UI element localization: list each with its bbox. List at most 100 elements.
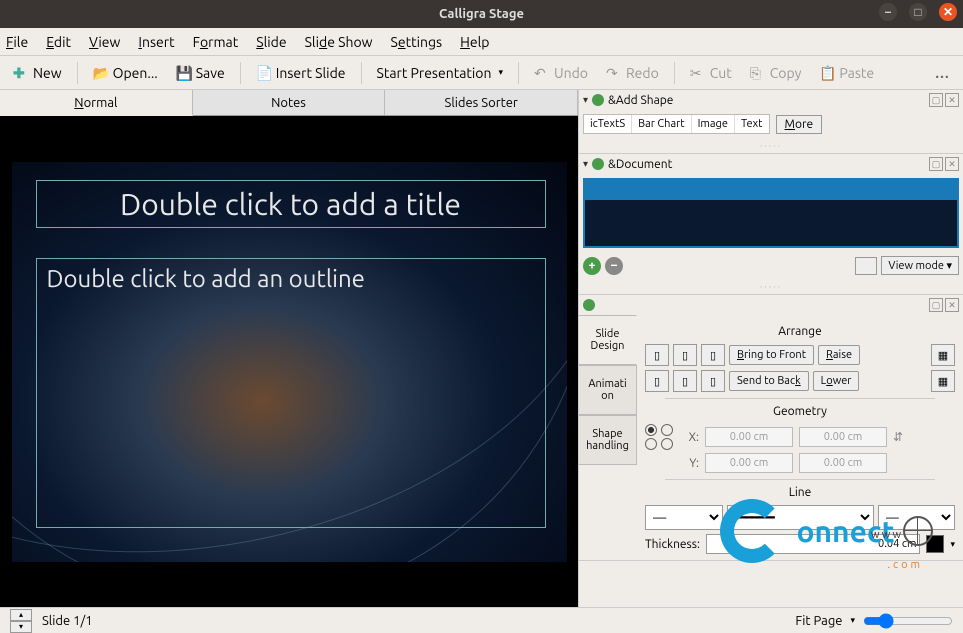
group-button[interactable]: ▦	[931, 344, 955, 366]
width-input[interactable]	[799, 427, 887, 447]
menu-settings[interactable]: Settings	[391, 34, 443, 50]
align-center-button[interactable]: ▯	[673, 344, 697, 366]
paste-icon	[819, 65, 835, 81]
more-shapes-button[interactable]: More	[776, 115, 823, 134]
open-icon	[93, 65, 109, 81]
panel-properties: ▢✕ Slide Design Animation Shapehandling …	[579, 295, 963, 561]
panel-grip[interactable]: ·····	[579, 279, 963, 294]
zoom-mode-label[interactable]: Fit Page	[795, 614, 842, 628]
zoom-slider[interactable]	[863, 613, 953, 629]
slide[interactable]: Double click to add a title Double click…	[12, 162, 567, 562]
dropdown-icon: ▾	[498, 67, 503, 78]
undo-button[interactable]: Undo	[527, 61, 595, 85]
tab-notes[interactable]: Notes	[193, 90, 386, 115]
menu-edit[interactable]: Edit	[46, 34, 71, 50]
slide-canvas-area[interactable]: Double click to add a title Double click…	[0, 116, 578, 607]
line-color-swatch[interactable]	[926, 535, 944, 553]
lower-button[interactable]: Lower	[813, 371, 860, 391]
view-mode-select[interactable]: View mode ▾	[881, 256, 959, 275]
scroll-up-button[interactable]: ▴	[10, 609, 32, 621]
panel-close-button[interactable]: ✕	[945, 157, 959, 171]
window-close-button[interactable]: ✕	[939, 3, 957, 21]
height-input[interactable]	[799, 453, 887, 473]
panel-state-icon	[592, 158, 604, 170]
align-bottom-button[interactable]: ▯	[701, 370, 725, 392]
paste-label: Paste	[839, 65, 874, 81]
toolbar-overflow-button[interactable]: …	[927, 65, 957, 81]
bring-to-front-button[interactable]: Bring to Front	[729, 345, 814, 365]
menu-format[interactable]: Format	[193, 34, 239, 50]
scroll-down-button[interactable]: ▾	[10, 621, 32, 633]
send-to-back-button[interactable]: Send to Back	[729, 371, 809, 391]
lock-aspect-icon[interactable]: ⇵	[893, 430, 903, 444]
shape-text[interactable]: Text	[735, 115, 769, 133]
doc-aux-button[interactable]	[855, 257, 877, 275]
line-start-cap-select[interactable]: —	[645, 505, 723, 530]
panel-float-button[interactable]: ▢	[929, 298, 943, 312]
collapse-icon[interactable]: ▾	[583, 94, 588, 106]
panel-state-icon	[583, 299, 595, 311]
align-top-button[interactable]: ▯	[645, 370, 669, 392]
anchor-grid[interactable]	[645, 424, 675, 450]
tab-shape-handling[interactable]: Shapehandling	[579, 415, 637, 465]
window-minimize-button[interactable]: –	[879, 3, 897, 21]
tab-slide-design[interactable]: Slide Design	[579, 315, 637, 365]
copy-button[interactable]: Copy	[743, 61, 809, 85]
status-bar: ▴ ▾ Slide 1/1 Fit Page ▾	[0, 607, 963, 633]
dropdown-icon[interactable]: ▾	[850, 615, 855, 626]
section-geometry-title: Geometry	[645, 405, 955, 418]
align-right-button[interactable]: ▯	[701, 344, 725, 366]
panel-grip[interactable]: ·····	[579, 138, 963, 153]
menu-bar: File Edit View Insert Format Slide Slide…	[0, 28, 963, 56]
window-maximize-button[interactable]: □	[909, 3, 927, 21]
cut-button[interactable]: Cut	[683, 61, 739, 85]
menu-slideshow[interactable]: Slide Show	[305, 34, 373, 50]
tab-normal[interactable]: Normal	[0, 90, 193, 116]
add-slide-button[interactable]: +	[583, 257, 601, 275]
document-thumbnail[interactable]	[583, 178, 959, 248]
panel-state-icon	[592, 94, 604, 106]
panel-close-button[interactable]: ✕	[945, 298, 959, 312]
line-end-cap-select[interactable]: —	[878, 505, 956, 530]
y-label: Y:	[681, 457, 699, 470]
dropdown-icon[interactable]: ▾	[950, 539, 955, 550]
paste-button[interactable]: Paste	[812, 61, 881, 85]
line-style-select[interactable]: ━━━━━	[727, 505, 874, 530]
menu-insert[interactable]: Insert	[138, 34, 174, 50]
tab-animation[interactable]: Animation	[579, 365, 637, 415]
title-placeholder[interactable]: Double click to add a title	[36, 180, 546, 228]
align-left-button[interactable]: ▯	[645, 344, 669, 366]
toolbar-separator	[674, 62, 675, 84]
panel-close-button[interactable]: ✕	[945, 93, 959, 107]
copy-label: Copy	[770, 65, 802, 81]
raise-button[interactable]: Raise	[818, 345, 860, 365]
cut-label: Cut	[710, 65, 732, 81]
tab-notes-label: Notes	[271, 96, 306, 110]
outline-placeholder[interactable]: Double click to add an outline	[36, 258, 546, 528]
toolbar-separator	[240, 62, 241, 84]
panel-float-button[interactable]: ▢	[929, 157, 943, 171]
menu-file[interactable]: File	[6, 34, 28, 50]
insert-slide-button[interactable]: Insert Slide	[249, 61, 353, 85]
shape-bar-chart[interactable]: Bar Chart	[632, 115, 692, 133]
tab-slides-sorter[interactable]: Slides Sorter	[385, 90, 578, 115]
toolbar-separator	[518, 62, 519, 84]
menu-view[interactable]: View	[89, 34, 120, 50]
ungroup-button[interactable]: ▦	[931, 370, 955, 392]
save-button[interactable]: Save	[169, 61, 232, 85]
shape-artistic-text[interactable]: icTextS	[584, 115, 632, 133]
start-presentation-button[interactable]: Start Presentation▾	[370, 61, 511, 85]
thickness-input[interactable]	[706, 534, 921, 554]
redo-button[interactable]: Redo	[599, 61, 666, 85]
remove-slide-button[interactable]: –	[605, 257, 623, 275]
menu-help[interactable]: Help	[460, 34, 489, 50]
collapse-icon[interactable]: ▾	[583, 158, 588, 170]
shape-image[interactable]: Image	[692, 115, 735, 133]
open-button[interactable]: Open...	[86, 61, 165, 85]
x-input[interactable]	[705, 427, 793, 447]
panel-float-button[interactable]: ▢	[929, 93, 943, 107]
y-input[interactable]	[705, 453, 793, 473]
align-middle-button[interactable]: ▯	[673, 370, 697, 392]
new-button[interactable]: New	[6, 61, 69, 85]
menu-slide[interactable]: Slide	[256, 34, 286, 50]
